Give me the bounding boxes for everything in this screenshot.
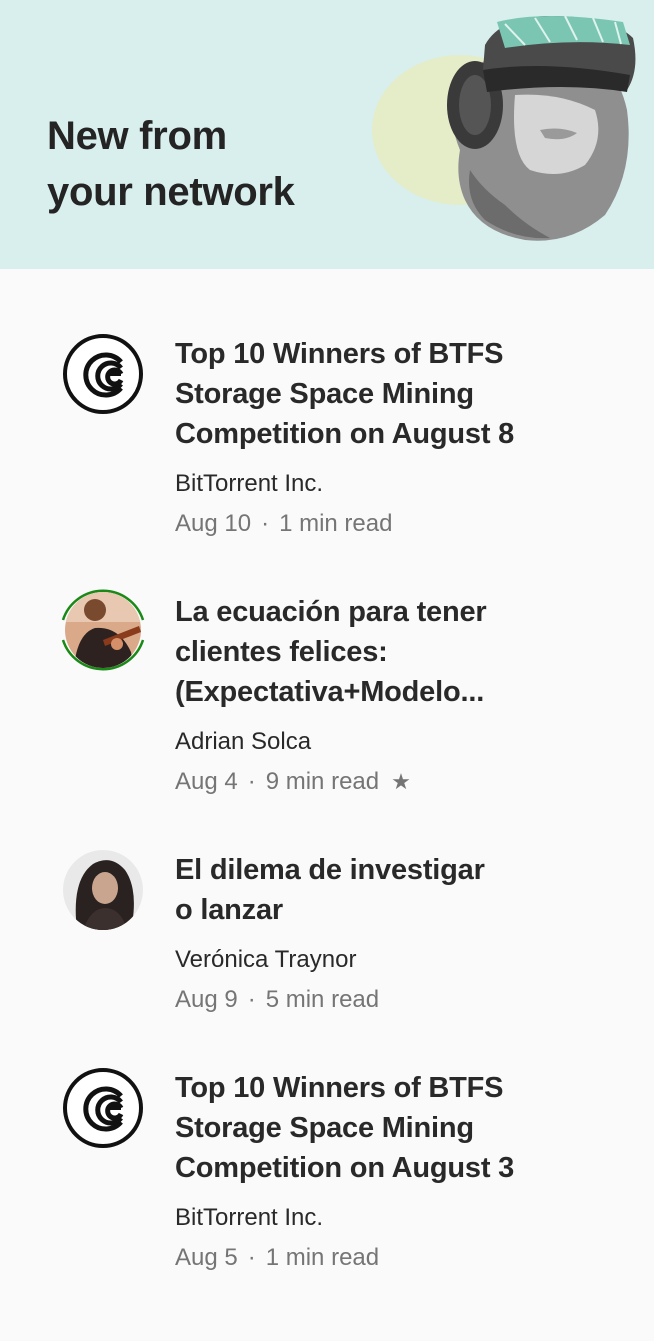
story-title-line: clientes felices: <box>175 636 388 668</box>
story-title[interactable]: Top 10 Winners of BTFS Storage Space Min… <box>175 1068 575 1188</box>
story-title-line: Storage Space Mining <box>175 378 474 410</box>
story-read-time: 1 min read <box>279 510 393 537</box>
story-title-line: Competition on August 3 <box>175 1152 515 1184</box>
story-title-line: La ecuación para tener <box>175 596 487 628</box>
story-meta: Aug 4 · 9 min read ★ <box>175 767 411 797</box>
story-meta: Aug 9 · 5 min read <box>175 985 379 1015</box>
story-meta: Aug 10 · 1 min read <box>175 509 392 539</box>
story-item[interactable]: El dilema de investigar o lanzar Verónic… <box>0 848 654 1028</box>
story-item[interactable]: Top 10 Winners of BTFS Storage Space Min… <box>0 332 654 552</box>
story-title-line: (Expectativa+Modelo... <box>175 676 485 708</box>
story-title-line: Competition on August 8 <box>175 418 515 450</box>
story-item[interactable]: La ecuación para tener clientes felices:… <box>0 589 654 810</box>
meta-separator: · <box>247 768 256 795</box>
bittorrent-logo-icon[interactable] <box>63 334 143 414</box>
story-title-line: Top 10 Winners of BTFS <box>175 1072 504 1104</box>
story-author[interactable]: Verónica Traynor <box>175 945 356 975</box>
vr-headset-illustration-icon <box>372 15 636 241</box>
story-meta: Aug 5 · 1 min read <box>175 1243 379 1273</box>
story-author[interactable]: BitTorrent Inc. <box>175 469 323 499</box>
bittorrent-logo-icon[interactable] <box>63 1068 143 1148</box>
story-title-line: Storage Space Mining <box>175 1112 474 1144</box>
author-avatar-adrian[interactable] <box>55 582 151 678</box>
story-read-time: 5 min read <box>265 986 380 1013</box>
story-author[interactable]: BitTorrent Inc. <box>175 1203 323 1233</box>
meta-separator: · <box>261 510 270 537</box>
story-title-line: El dilema de investigar <box>175 854 485 886</box>
author-avatar-veronica[interactable] <box>63 850 143 930</box>
story-date: Aug 5 <box>175 1244 238 1271</box>
page-title: New from your network <box>47 108 347 220</box>
story-date: Aug 4 <box>175 768 238 795</box>
header-banner: New from your network <box>0 0 654 269</box>
story-item[interactable]: Top 10 Winners of BTFS Storage Space Min… <box>0 1066 654 1286</box>
story-date: Aug 10 <box>175 510 252 537</box>
story-read-time: 9 min read <box>265 768 380 795</box>
meta-separator: · <box>247 986 256 1013</box>
story-title-line: o lanzar <box>175 894 283 926</box>
story-author[interactable]: Adrian Solca <box>175 727 311 757</box>
story-title[interactable]: Top 10 Winners of BTFS Storage Space Min… <box>175 334 575 454</box>
story-title[interactable]: El dilema de investigar o lanzar <box>175 850 575 930</box>
page-title-line-1: New from <box>47 114 227 158</box>
meta-separator: · <box>247 1244 256 1271</box>
page-title-line-2: your network <box>47 170 295 214</box>
story-read-time: 1 min read <box>265 1244 380 1271</box>
member-only-star-icon: ★ <box>391 769 411 794</box>
story-title-line: Top 10 Winners of BTFS <box>175 338 504 370</box>
story-title[interactable]: La ecuación para tener clientes felices:… <box>175 592 575 712</box>
story-date: Aug 9 <box>175 986 238 1013</box>
